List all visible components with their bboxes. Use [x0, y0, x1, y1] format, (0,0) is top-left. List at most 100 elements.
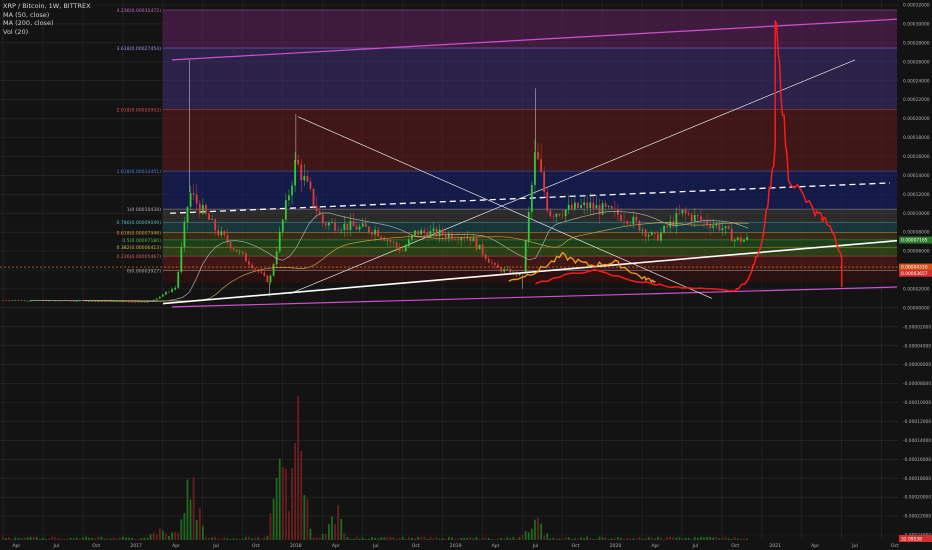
- volume-bar: [454, 538, 456, 540]
- volume-bar: [103, 538, 106, 540]
- candle-body: [678, 213, 681, 214]
- candle-body: [696, 215, 699, 217]
- volume-bar: [291, 468, 293, 540]
- volume-bar: [380, 537, 383, 540]
- volume-bar: [294, 442, 296, 540]
- volume-bar: [374, 537, 376, 540]
- candle-body: [192, 193, 195, 195]
- volume-bar: [524, 530, 527, 540]
- time-tick-label: Jul: [212, 543, 219, 549]
- volume-bar: [518, 537, 521, 540]
- fib-label: 0.382(0.00006413): [117, 245, 162, 251]
- candle-body: [275, 251, 278, 265]
- candle-body: [272, 264, 275, 276]
- volume-bar: [192, 477, 195, 540]
- candle-body: [549, 210, 552, 217]
- candle-body: [371, 232, 373, 235]
- time-tick-label: Apr: [332, 543, 340, 549]
- price-tick-label: 0.00026000: [903, 59, 930, 65]
- volume-bar: [743, 538, 745, 540]
- candle-body: [432, 228, 435, 232]
- volume-bar: [521, 534, 524, 540]
- price-tick-label: 0.00024000: [903, 78, 930, 84]
- ma50-label[interactable]: MA (50, close): [3, 11, 91, 20]
- price-tick-label: -0.00012000: [903, 419, 931, 425]
- candle-body: [447, 233, 450, 238]
- volume-bar: [604, 537, 607, 540]
- candle-body: [198, 203, 201, 214]
- volume-bar: [592, 538, 595, 540]
- volume-bar: [577, 538, 579, 540]
- price-tick-label: 0.00018000: [903, 135, 930, 141]
- fib-zone: [163, 239, 897, 248]
- candle-body: [168, 291, 170, 293]
- volume-bar: [567, 537, 570, 540]
- volume-bar: [355, 536, 358, 540]
- volume-bar: [414, 538, 416, 540]
- volume-bar: [174, 531, 177, 540]
- time-axis[interactable]: Apr Jul Oct 2017 Apr Jul Oct 2018 Apr Jul Oct 2019 A…: [12, 543, 899, 549]
- candle-body: [337, 230, 340, 231]
- volume-bar: [288, 511, 290, 540]
- time-tick-label: Jul: [532, 543, 539, 549]
- candle-body: [266, 275, 269, 283]
- candle-body: [414, 230, 416, 236]
- volume-bar: [214, 536, 217, 540]
- volume-bar: [441, 538, 444, 540]
- candle-body: [460, 237, 463, 241]
- volume-bar: [165, 533, 167, 540]
- fib-zone: [163, 222, 897, 233]
- candle-body: [580, 205, 582, 208]
- candle-body: [300, 164, 303, 181]
- candle-body: [524, 240, 527, 273]
- volume-bar: [17, 538, 20, 540]
- time-tick-label: Apr: [492, 543, 500, 549]
- ma200-label[interactable]: MA (200, close): [3, 19, 91, 28]
- candle-body: [60, 300, 63, 302]
- symbol-title[interactable]: XRP / Bitcoin, 1W, BITTREX: [3, 2, 91, 11]
- candle-body: [217, 230, 220, 236]
- candle-body: [438, 229, 441, 237]
- candle-body: [343, 223, 346, 231]
- volume-bar: [238, 538, 241, 540]
- candle-body: [417, 230, 419, 235]
- candle-body: [454, 238, 456, 240]
- candle-body: [331, 222, 333, 223]
- candle-body: [309, 181, 312, 189]
- volume-bar: [555, 538, 558, 540]
- volume-bar: [469, 537, 472, 540]
- volume-bar: [149, 534, 152, 540]
- candle-body: [361, 223, 364, 227]
- candle-body: [638, 220, 641, 231]
- candle-body: [229, 242, 232, 249]
- price-axis[interactable]: 0.00032000 0.00030000 0.00028000 0.00026000…: [898, 0, 932, 550]
- volume-bar: [487, 537, 490, 540]
- candle-body: [586, 202, 589, 209]
- candle-body: [134, 301, 137, 303]
- volume-label[interactable]: Vol (20): [3, 28, 91, 37]
- candle-body: [595, 205, 598, 209]
- price-chart[interactable]: 4.236(0.00031472) 3.618(0.00027454) 2.618(…: [0, 0, 932, 550]
- candle-body: [374, 229, 376, 235]
- volume-bar: [398, 537, 401, 540]
- time-tick-label: Jul: [851, 543, 858, 549]
- candle-body: [75, 301, 78, 302]
- volume-bar: [106, 538, 109, 540]
- volume-bar: [610, 538, 613, 540]
- fib-label: 4.236(0.00031472): [117, 8, 162, 14]
- volume-bar: [420, 537, 423, 540]
- volume-bar: [158, 528, 161, 540]
- volume-bar: [540, 523, 542, 540]
- candle-body: [727, 226, 730, 229]
- candle-body: [278, 231, 281, 252]
- volume-bar: [112, 537, 115, 540]
- volume-bar: [161, 530, 164, 540]
- price-tick-label: -0.00004000: [903, 343, 931, 349]
- volume-bar: [217, 538, 220, 540]
- candle-body: [653, 232, 656, 234]
- volume-bar: [94, 538, 97, 540]
- candle-body: [8, 300, 11, 302]
- candle-body: [367, 226, 370, 233]
- volume-bar: [678, 537, 681, 540]
- volume-bar: [583, 538, 586, 540]
